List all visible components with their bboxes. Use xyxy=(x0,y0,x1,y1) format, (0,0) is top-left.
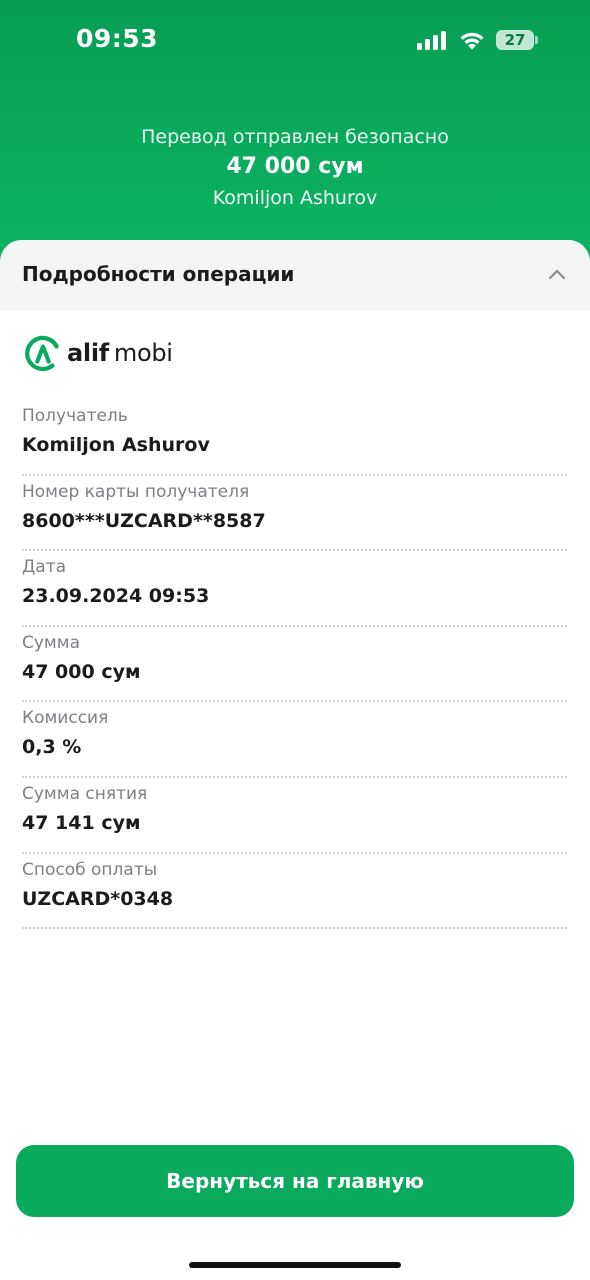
battery-level: 27 xyxy=(504,31,526,49)
detail-row-amount: Сумма 47 000 сум xyxy=(22,627,567,703)
detail-value: 0,3 % xyxy=(22,736,82,759)
battery-icon: 27 xyxy=(496,29,538,51)
alif-logo-icon xyxy=(25,335,59,372)
logo-text-mobi: mobi xyxy=(113,339,173,367)
alif-mobi-logo: alif mobi xyxy=(25,332,173,374)
detail-row-date: Дата 23.09.2024 09:53 xyxy=(22,551,567,627)
status-icons: 27 xyxy=(417,28,538,52)
home-indicator xyxy=(189,1262,401,1268)
detail-label: Сумма снятия xyxy=(22,783,148,804)
return-home-button[interactable]: Вернуться на главную xyxy=(16,1145,574,1217)
transfer-summary: Перевод отправлен безопасно 47 000 сум K… xyxy=(0,124,590,212)
detail-row-payment-method: Способ оплаты UZCARD*0348 xyxy=(22,854,567,930)
details-sheet: Подробности операции alif mobi Получател… xyxy=(0,240,590,1280)
detail-value: 47 141 сум xyxy=(22,811,141,834)
status-time: 09:53 xyxy=(76,24,159,53)
detail-value: Komiljon Ashurov xyxy=(22,434,210,456)
section-title: Подробности операции xyxy=(22,262,295,286)
detail-label: Сумма xyxy=(22,632,80,653)
detail-value: UZCARD*0348 xyxy=(22,887,174,910)
header-banner: 09:53 27 Перевод отправлен безопасно 47 … xyxy=(0,0,590,270)
detail-label: Номер карты получателя xyxy=(22,481,250,502)
signal-icon xyxy=(417,30,446,50)
transfer-status-text: Перевод отправлен безопасно xyxy=(141,126,449,148)
detail-value: 47 000 сум xyxy=(22,660,141,683)
detail-label: Получатель xyxy=(22,406,128,426)
wifi-icon xyxy=(460,32,484,50)
logo-text-alif: alif xyxy=(67,339,109,367)
detail-row-commission: Комиссия 0,3 % xyxy=(22,702,567,778)
transfer-amount: 47 000 сум xyxy=(226,154,364,179)
operation-details-header[interactable]: Подробности операции xyxy=(0,240,590,311)
detail-row-withdrawal-amount: Сумма снятия 47 141 сум xyxy=(22,778,567,854)
detail-row-recipient: Получатель Komiljon Ashurov xyxy=(22,400,567,476)
details-list: Получатель Komiljon Ashurov Номер карты … xyxy=(22,400,567,930)
detail-value: 8600***UZCARD**8587 xyxy=(22,509,266,532)
detail-label: Способ оплаты xyxy=(22,859,158,880)
detail-value: 23.09.2024 09:53 xyxy=(22,585,210,608)
detail-label: Комиссия xyxy=(22,708,109,729)
detail-label: Дата xyxy=(22,557,67,578)
transfer-recipient: Komiljon Ashurov xyxy=(212,187,378,209)
chevron-up-icon[interactable] xyxy=(548,267,566,281)
detail-row-card-number: Номер карты получателя 8600***UZCARD**85… xyxy=(22,476,567,552)
status-bar: 09:53 27 xyxy=(0,0,590,80)
